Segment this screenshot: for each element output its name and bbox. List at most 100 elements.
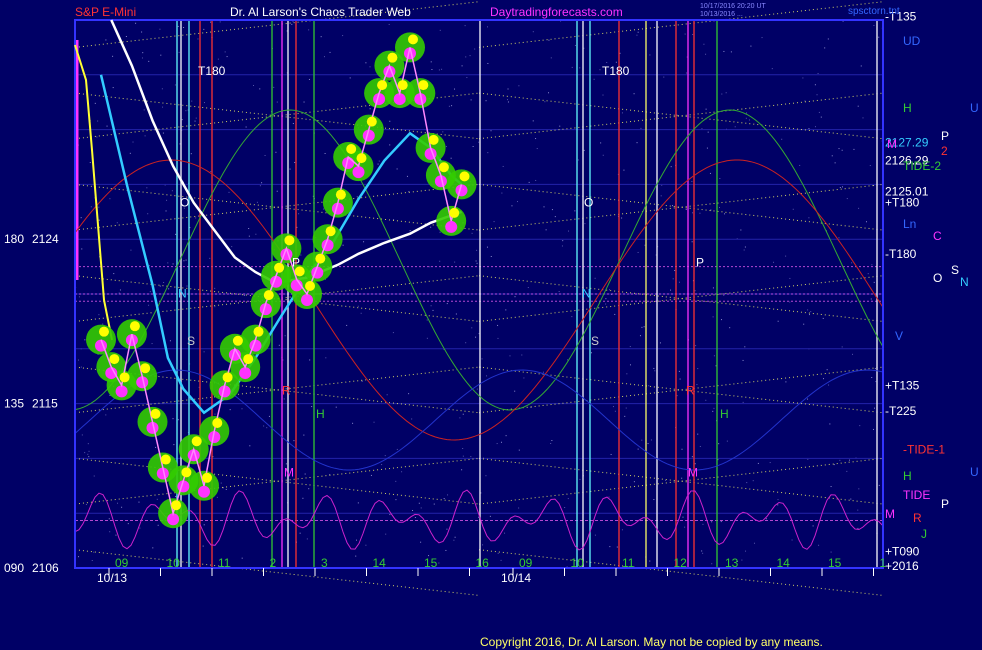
star bbox=[470, 99, 472, 101]
star bbox=[543, 206, 545, 208]
star bbox=[229, 409, 231, 411]
star bbox=[584, 223, 586, 225]
star bbox=[430, 226, 432, 228]
star bbox=[548, 39, 550, 41]
star bbox=[678, 281, 680, 283]
star bbox=[161, 88, 163, 90]
star bbox=[261, 182, 263, 184]
star bbox=[203, 351, 205, 353]
star bbox=[373, 421, 375, 423]
star bbox=[453, 539, 455, 541]
price-high-dot bbox=[397, 80, 408, 91]
star bbox=[84, 339, 86, 341]
star bbox=[148, 60, 150, 62]
star bbox=[346, 324, 348, 326]
star bbox=[518, 507, 520, 509]
price-low-dot bbox=[239, 367, 252, 380]
star bbox=[96, 136, 98, 138]
star bbox=[554, 216, 556, 218]
star bbox=[709, 172, 711, 174]
star bbox=[633, 93, 635, 95]
star bbox=[830, 551, 832, 553]
star bbox=[723, 294, 725, 296]
star bbox=[579, 67, 581, 69]
price-high-dot bbox=[222, 372, 233, 383]
star bbox=[518, 85, 520, 87]
star bbox=[115, 534, 117, 536]
star bbox=[263, 425, 265, 427]
star bbox=[574, 44, 576, 46]
star bbox=[80, 366, 82, 368]
price-high-dot bbox=[284, 235, 295, 246]
star bbox=[691, 181, 693, 183]
star bbox=[241, 408, 243, 410]
star bbox=[454, 261, 456, 263]
star bbox=[219, 21, 221, 23]
star bbox=[112, 87, 114, 89]
star bbox=[183, 260, 185, 262]
star bbox=[695, 345, 697, 347]
price-high-dot bbox=[191, 436, 202, 447]
star bbox=[476, 249, 478, 251]
star bbox=[98, 314, 100, 316]
star bbox=[169, 340, 171, 342]
star bbox=[377, 299, 379, 301]
star bbox=[726, 440, 728, 442]
star bbox=[670, 166, 672, 168]
star bbox=[439, 260, 441, 262]
star bbox=[147, 213, 149, 215]
star bbox=[303, 434, 305, 436]
day-label: 10/14 bbox=[501, 571, 531, 585]
star bbox=[833, 464, 835, 466]
price-high-dot bbox=[377, 80, 388, 91]
star bbox=[674, 270, 676, 272]
star bbox=[365, 544, 367, 546]
star bbox=[471, 327, 473, 329]
star bbox=[719, 178, 721, 180]
star bbox=[637, 31, 639, 33]
star bbox=[138, 501, 140, 503]
price-high-dot bbox=[335, 189, 346, 200]
star bbox=[711, 521, 713, 523]
price-high-dot bbox=[418, 80, 429, 91]
star bbox=[791, 539, 793, 541]
star bbox=[624, 415, 626, 417]
star bbox=[392, 332, 394, 334]
planet-letter: V bbox=[895, 329, 903, 343]
y-tick-left: 090 bbox=[4, 561, 24, 575]
star bbox=[194, 120, 196, 122]
star bbox=[181, 119, 183, 121]
price-high-dot bbox=[305, 281, 315, 291]
star bbox=[395, 499, 397, 501]
annotation: R bbox=[686, 383, 695, 397]
price-high-dot bbox=[428, 134, 439, 145]
star bbox=[746, 112, 748, 114]
site-url[interactable]: Daytradingforecasts.com bbox=[490, 5, 623, 19]
hour-label: 09 bbox=[115, 556, 129, 570]
star bbox=[497, 337, 499, 339]
star bbox=[823, 378, 825, 380]
star bbox=[396, 448, 398, 450]
star bbox=[535, 179, 537, 181]
star bbox=[681, 477, 683, 479]
star bbox=[426, 319, 428, 321]
star bbox=[567, 359, 569, 361]
timestamp-line-2: 10/13/2016 ... bbox=[700, 11, 743, 18]
right-level-label: -T225 bbox=[885, 404, 917, 418]
star bbox=[862, 117, 864, 119]
star bbox=[730, 51, 732, 53]
star bbox=[824, 47, 826, 49]
star bbox=[439, 29, 441, 31]
star bbox=[721, 93, 723, 95]
star bbox=[676, 395, 678, 397]
star bbox=[740, 229, 742, 231]
star bbox=[807, 458, 809, 460]
star bbox=[388, 23, 390, 25]
star bbox=[171, 190, 173, 192]
star bbox=[615, 61, 617, 63]
star bbox=[420, 541, 422, 543]
star bbox=[308, 78, 310, 80]
y-tick-price: 2106 bbox=[32, 561, 59, 575]
star bbox=[814, 84, 816, 86]
star bbox=[490, 255, 492, 257]
